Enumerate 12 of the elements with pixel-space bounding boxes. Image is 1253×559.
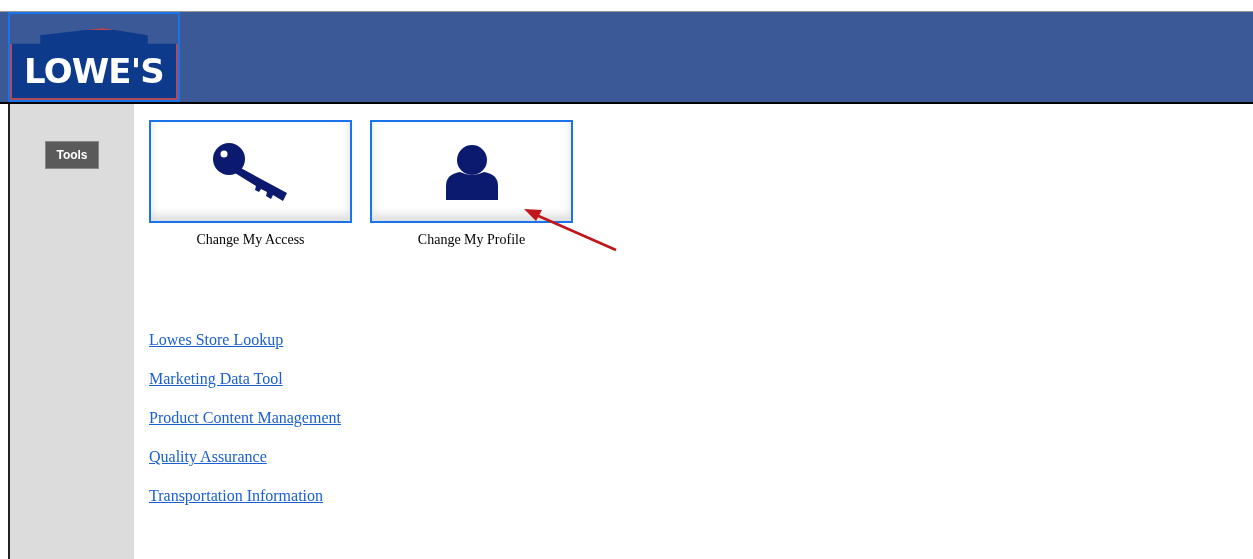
person-icon [443,143,500,200]
tools-button[interactable]: Tools [45,141,99,169]
tool-link[interactable]: Quality Assurance [149,445,267,468]
logo[interactable]: LOWE'S [8,12,180,102]
tool-link[interactable]: Transportation Information [149,484,324,507]
tool-link[interactable]: Product Content Management [149,406,341,429]
tile-label: Change My Access [196,231,305,249]
tool-link[interactable]: Lowes Store Lookup [149,328,284,351]
tool-link[interactable]: Marketing Data Tool [149,367,283,390]
tile-button[interactable] [149,120,352,223]
tile-button[interactable] [370,120,573,223]
tile-label: Change My Profile [417,231,526,249]
